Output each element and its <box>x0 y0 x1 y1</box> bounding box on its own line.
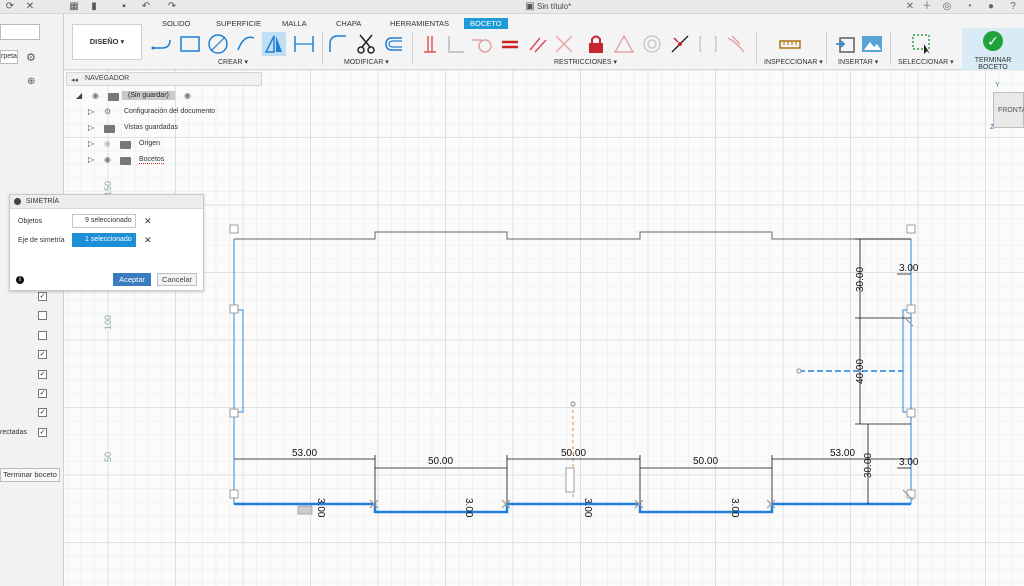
info-icon[interactable]: i <box>16 276 24 284</box>
clear-axis-icon[interactable]: ✕ <box>144 235 152 246</box>
navigator-item-label: Configuración del documento <box>124 108 216 115</box>
navigator-item-label: Origen <box>139 140 161 147</box>
folder-icon <box>104 125 115 133</box>
dim-top-3[interactable]: 3.00 <box>899 263 919 274</box>
bottom-selected-line[interactable] <box>234 502 911 514</box>
dim-bottom-30[interactable]: 30.00 <box>863 453 874 478</box>
constraint-lock-glyph[interactable] <box>297 505 313 515</box>
navigator-root[interactable]: ◢ ◉ (Sin guardar) ◉ <box>66 90 262 104</box>
dim-slot4[interactable]: 3.00 <box>729 498 740 518</box>
folder-icon <box>120 157 131 165</box>
dim-slot1[interactable]: 3.00 <box>315 498 326 518</box>
objects-selection[interactable]: 9 seleccionado <box>72 214 136 228</box>
right-notch-line[interactable] <box>902 309 911 413</box>
axis-endpoint[interactable] <box>570 401 576 407</box>
dialog-header[interactable]: SIMETRÍA <box>10 195 203 209</box>
browser-navigator: ◂◂ NAVEGADOR ◢ ◉ (Sin guardar) ◉ ▷ ⚙ Con… <box>66 72 262 172</box>
dim-h3[interactable]: 50.00 <box>561 448 586 459</box>
construction-endpoint[interactable] <box>796 368 802 374</box>
navigator-item-document-settings[interactable]: ▷ ⚙ Configuración del documento <box>66 106 262 120</box>
collapse-icon[interactable] <box>14 198 21 205</box>
navigator-header[interactable]: ◂◂ NAVEGADOR <box>66 72 262 86</box>
dim-mid-40[interactable]: 40.00 <box>855 359 866 384</box>
navigator-item-sketches[interactable]: ▷ ◉ Bocetos <box>66 154 262 168</box>
visibility-eye-icon[interactable]: ◉ <box>104 155 111 164</box>
visibility-eye-icon[interactable]: ◉ <box>104 139 111 148</box>
activate-radio-icon[interactable]: ◉ <box>184 91 191 100</box>
dim-top-30[interactable]: 30.00 <box>855 267 866 292</box>
navigator-item-label: Vistas guardadas <box>124 124 178 131</box>
dim-h5[interactable]: 53.00 <box>830 448 855 459</box>
visibility-eye-icon[interactable]: ◉ <box>92 91 99 100</box>
collapse-arrows-icon[interactable]: ◂◂ <box>71 76 78 84</box>
expand-triangle-icon[interactable]: ◢ <box>76 91 82 100</box>
view-cube[interactable]: FRONTAL <box>993 92 1024 128</box>
view-cube-z-axis: Z <box>990 124 995 131</box>
dialog-title: SIMETRÍA <box>26 198 60 205</box>
ok-button[interactable]: Aceptar <box>113 273 151 286</box>
dim-slot2[interactable]: 3.00 <box>463 498 474 518</box>
dim-h1[interactable]: 53.00 <box>292 448 317 459</box>
navigator-item-saved-views[interactable]: ▷ Vistas guardadas <box>66 122 262 136</box>
axis-label: Eje de simetría <box>18 237 65 244</box>
navigator-item-label: Bocetos <box>139 156 165 164</box>
perpendicular-markers <box>369 315 914 509</box>
expand-arrow-icon[interactable]: ▷ <box>88 107 94 116</box>
expand-arrow-icon[interactable]: ▷ <box>88 139 94 148</box>
dim-h4[interactable]: 50.00 <box>693 456 718 467</box>
component-icon <box>108 93 119 101</box>
view-cube-y-axis: Y <box>995 82 1000 89</box>
ruler-label-50: 50 <box>103 451 113 462</box>
gear-icon: ⚙ <box>104 107 112 116</box>
dim-slot3[interactable]: 3.00 <box>582 498 593 518</box>
dim-bottom-3[interactable]: 3.00 <box>899 457 919 468</box>
navigator-item-origin[interactable]: ▷ ◉ Origen <box>66 138 262 152</box>
axis-selection[interactable]: 1 seleccionado <box>72 233 136 247</box>
dim-h2[interactable]: 50.00 <box>428 456 453 467</box>
folder-icon <box>120 141 131 149</box>
cancel-button[interactable]: Cancelar <box>157 273 197 286</box>
symmetry-dialog: SIMETRÍA Objetos 9 seleccionado ✕ Eje de… <box>9 194 204 291</box>
clear-objects-icon[interactable]: ✕ <box>144 216 152 227</box>
ruler-label-100: 100 <box>103 314 113 330</box>
expand-arrow-icon[interactable]: ▷ <box>88 123 94 132</box>
expand-arrow-icon[interactable]: ▷ <box>88 155 94 164</box>
top-profile-line[interactable] <box>234 231 911 240</box>
navigator-title: NAVEGADOR <box>85 75 130 82</box>
left-notch-line[interactable] <box>234 309 244 413</box>
root-component-label: (Sin guardar) <box>122 91 175 100</box>
objects-label: Objetos <box>18 218 43 225</box>
